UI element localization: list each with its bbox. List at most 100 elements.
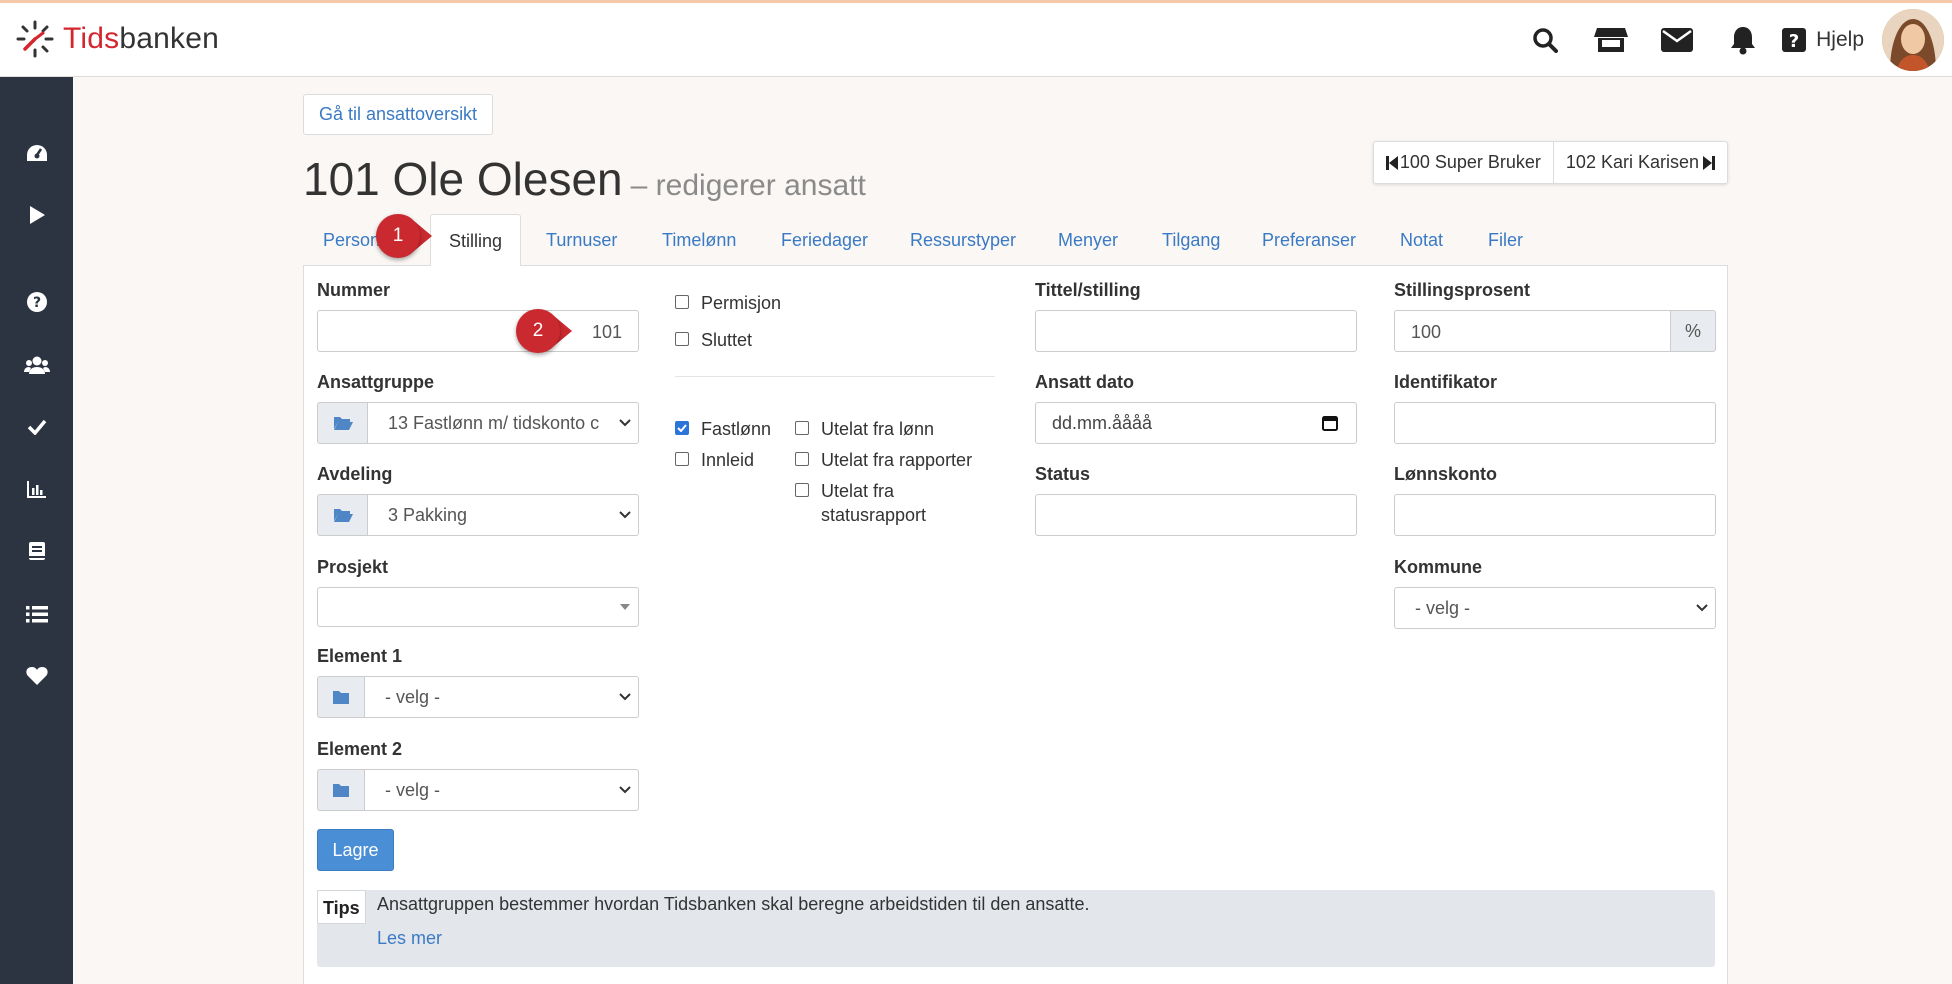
identifikator-label: Identifikator xyxy=(1394,372,1498,392)
status-input[interactable] xyxy=(1035,494,1357,536)
sidebar-item-help[interactable]: ? xyxy=(0,282,73,322)
chevron-down-icon xyxy=(619,786,631,794)
utelat-lonn-label: Utelat fra lønn xyxy=(821,419,935,439)
checkbox-box xyxy=(795,452,809,466)
marker-number: 1 xyxy=(376,214,420,258)
sidebar: ? xyxy=(0,77,73,984)
element2-browse-button[interactable] xyxy=(317,769,364,811)
tab-person[interactable]: Person xyxy=(323,214,380,266)
lonnskonto-input[interactable] xyxy=(1394,494,1716,536)
sidebar-item-dashboard[interactable] xyxy=(0,133,73,173)
messages-button[interactable] xyxy=(1644,3,1710,77)
nummer-label: Nummer xyxy=(317,280,391,300)
sidebar-item-lists[interactable] xyxy=(0,594,73,634)
svg-text:?: ? xyxy=(1789,31,1799,52)
folder-open-icon xyxy=(333,509,353,522)
innleid-label: Innleid xyxy=(701,450,755,470)
stillingsprosent-label: Stillingsprosent xyxy=(1394,280,1531,300)
tittel-label: Tittel/stilling xyxy=(1035,280,1141,300)
question-icon: ? xyxy=(1782,28,1807,52)
percent-addon: % xyxy=(1670,310,1716,352)
ansatt-dato-input[interactable]: dd.mm.åååå xyxy=(1035,402,1357,444)
top-actions: ? Hjelp xyxy=(1512,3,1952,77)
logo[interactable]: Tidsbanken xyxy=(15,19,219,59)
next-employee-button[interactable]: 102 Kari Karisen xyxy=(1552,142,1727,183)
element2-label: Element 2 xyxy=(317,739,403,759)
utelat-statusrapport-checkbox[interactable]: Utelat fra statusrapport xyxy=(795,479,926,527)
avdeling-label: Avdeling xyxy=(317,464,393,484)
ansattgruppe-label: Ansattgruppe xyxy=(317,372,434,392)
nummer-input[interactable]: 101 xyxy=(317,310,639,352)
sidebar-item-play[interactable] xyxy=(0,195,73,235)
employee-name: 101 Ole Olesen xyxy=(303,153,623,205)
prosjekt-select[interactable] xyxy=(317,587,639,627)
tab-tilgang[interactable]: Tilgang xyxy=(1162,214,1220,266)
heart-icon xyxy=(25,667,48,685)
tab-turnuser[interactable]: Turnuser xyxy=(546,214,617,266)
element1-browse-button[interactable] xyxy=(317,676,364,718)
kommune-label: Kommune xyxy=(1394,557,1483,577)
innleid-checkbox[interactable]: Innleid xyxy=(675,448,754,472)
logo-icon xyxy=(16,20,54,58)
tab-preferanser[interactable]: Preferanser xyxy=(1262,214,1356,266)
employee-pager: 100 Super Bruker 102 Kari Karisen xyxy=(1372,141,1728,184)
calendar-icon[interactable] xyxy=(1322,415,1338,431)
save-button[interactable]: Lagre xyxy=(317,829,394,871)
element2-group: - velg - xyxy=(317,769,639,811)
back-to-employees-button[interactable]: Gå til ansattoversikt xyxy=(303,94,494,135)
element2-value: - velg - xyxy=(385,780,441,800)
search-icon xyxy=(1533,28,1559,53)
prev-employee-button[interactable]: 100 Super Bruker xyxy=(1374,142,1553,183)
tab-notat[interactable]: Notat xyxy=(1400,214,1443,266)
step-marker-2: 2 xyxy=(516,309,572,353)
tab-stilling[interactable]: Stilling xyxy=(430,214,522,267)
tittel-input[interactable] xyxy=(1035,310,1357,352)
permisjon-checkbox[interactable]: Permisjon xyxy=(675,291,781,315)
utelat-rapporter-checkbox[interactable]: Utelat fra rapporter xyxy=(795,448,972,472)
users-icon xyxy=(23,356,50,374)
chevron-down-icon xyxy=(619,419,631,427)
sidebar-item-approve[interactable] xyxy=(0,407,73,447)
utelat-lonn-checkbox[interactable]: Utelat fra lønn xyxy=(795,417,934,441)
help-label: Hjelp xyxy=(1816,28,1864,51)
tab-timelonn[interactable]: Timelønn xyxy=(662,214,736,266)
ansattgruppe-select[interactable]: 13 Fastlønn m/ tidskonto c xyxy=(367,402,639,444)
tips-label: Tips xyxy=(317,890,366,924)
stillingsprosent-input[interactable]: 100 xyxy=(1394,310,1671,352)
tab-feriedager[interactable]: Feriedager xyxy=(781,214,868,266)
sidebar-item-favorites[interactable] xyxy=(0,656,73,696)
element1-select[interactable]: - velg - xyxy=(364,676,639,718)
envelope-icon xyxy=(1661,28,1694,52)
element2-select[interactable]: - velg - xyxy=(364,769,639,811)
dashboard-icon xyxy=(26,145,47,161)
store-button[interactable] xyxy=(1578,3,1644,77)
tab-menyer[interactable]: Menyer xyxy=(1058,214,1118,266)
fastlonn-checkbox[interactable]: Fastlønn xyxy=(675,417,771,441)
avdeling-browse-button[interactable] xyxy=(317,494,367,536)
kommune-select[interactable]: - velg - xyxy=(1394,587,1716,629)
ansattgruppe-browse-button[interactable] xyxy=(317,402,367,444)
search-button[interactable] xyxy=(1512,3,1578,77)
sluttet-checkbox[interactable]: Sluttet xyxy=(675,328,752,352)
svg-text:?: ? xyxy=(32,295,40,311)
kommune-value: - velg - xyxy=(1415,598,1471,618)
sidebar-item-documents[interactable] xyxy=(0,531,73,571)
read-more-link[interactable]: Les mer xyxy=(377,928,442,949)
bell-icon xyxy=(1731,27,1756,55)
tab-ressurstyper[interactable]: Ressurstyper xyxy=(910,214,1016,266)
utelat-rapporter-label: Utelat fra rapporter xyxy=(821,450,973,470)
notifications-button[interactable] xyxy=(1710,3,1776,77)
sidebar-item-reports[interactable] xyxy=(0,469,73,509)
list-icon xyxy=(25,606,48,623)
tab-filer[interactable]: Filer xyxy=(1488,214,1523,266)
avdeling-group: 3 Pakking xyxy=(317,494,639,536)
element1-value: - velg - xyxy=(385,687,441,707)
user-avatar[interactable] xyxy=(1882,9,1944,71)
sidebar-item-users[interactable] xyxy=(0,345,73,385)
check-icon xyxy=(27,419,46,435)
folder-open-icon xyxy=(333,417,353,430)
identifikator-input[interactable] xyxy=(1394,402,1716,444)
avdeling-select[interactable]: 3 Pakking xyxy=(367,494,639,536)
checkbox-checked xyxy=(675,421,689,435)
help-button[interactable]: ? Hjelp xyxy=(1782,28,1864,52)
